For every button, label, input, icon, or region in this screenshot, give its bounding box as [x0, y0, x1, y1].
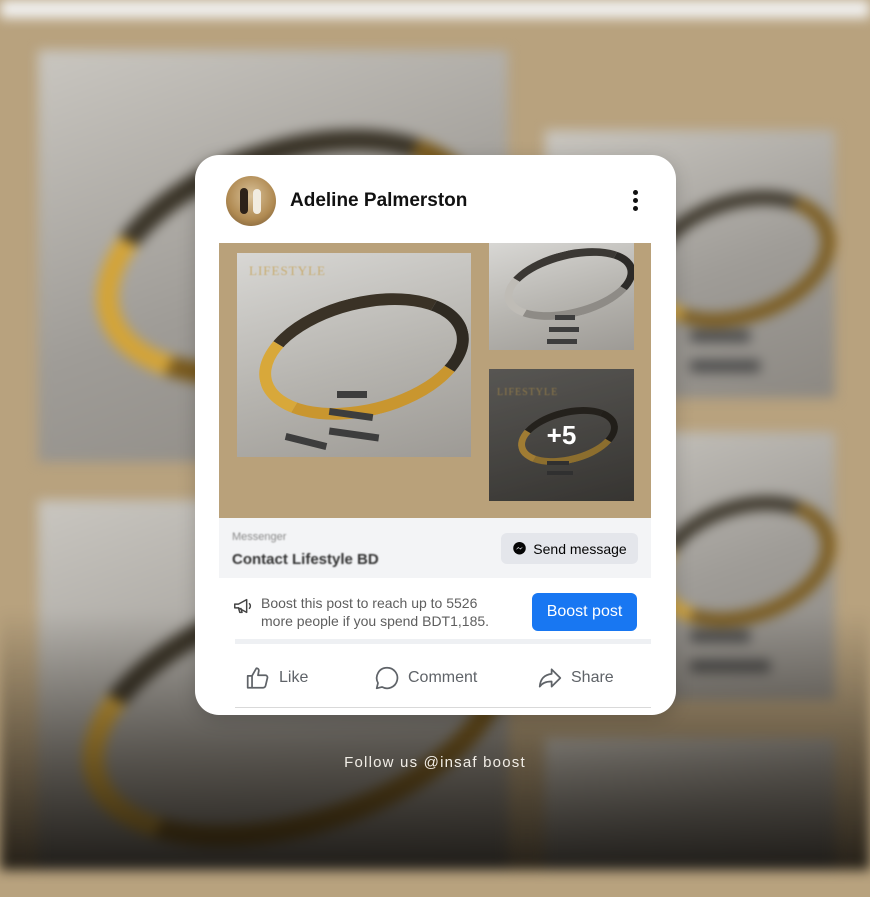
like-label: Like [279, 668, 309, 686]
footer-text: Follow us @insaf boost [344, 754, 526, 771]
avatar[interactable] [226, 176, 276, 226]
post-actions: Like Comment Share [219, 650, 651, 705]
divider [235, 707, 651, 708]
decor-bar [555, 315, 575, 320]
post-header: Adeline Palmerston [195, 155, 676, 243]
like-icon [246, 666, 269, 689]
avatar-figure [240, 188, 248, 214]
media-photo-more[interactable]: LIFESTYLE +5 [489, 369, 634, 501]
megaphone-icon [234, 598, 252, 614]
messenger-title: Contact Lifestyle BD [232, 551, 379, 568]
brand-logo-text: LIFESTYLE [249, 263, 326, 278]
share-button[interactable]: Share [537, 650, 614, 705]
background-bar [690, 330, 750, 342]
more-icon[interactable] [631, 190, 639, 214]
messenger-label: Messenger [232, 531, 287, 543]
send-message-button[interactable]: Send message [501, 533, 638, 564]
decor-bar [337, 391, 367, 398]
boost-post-button[interactable]: Boost post [532, 593, 637, 631]
share-icon [538, 667, 562, 688]
send-message-label: Send message [533, 540, 627, 557]
media-photo-main[interactable]: LIFESTYLE [237, 253, 471, 457]
post-card: Adeline Palmerston LIFESTYLE LIFESTYLE +… [195, 155, 676, 715]
post-media-grid[interactable]: LIFESTYLE LIFESTYLE +5 [219, 243, 651, 518]
comment-button[interactable]: Comment [374, 650, 477, 705]
like-button[interactable]: Like [245, 650, 308, 705]
avatar-figure [253, 189, 261, 214]
decor-bar [547, 339, 577, 344]
divider [235, 639, 651, 644]
boost-description: Boost this post to reach up to 5526 more… [261, 595, 490, 629]
media-photo-secondary[interactable] [489, 243, 634, 350]
comment-icon [375, 666, 399, 689]
decor-bar [284, 433, 328, 450]
boost-row: Boost this post to reach up to 5526 more… [219, 578, 651, 644]
author-name[interactable]: Adeline Palmerston [290, 190, 467, 212]
background-top-strip [0, 0, 870, 18]
share-label: Share [571, 668, 614, 686]
decor-bar [328, 427, 380, 442]
messenger-icon [513, 541, 527, 555]
messenger-cta-row: Messenger Contact Lifestyle BD Send mess… [219, 518, 651, 578]
background-bar [690, 360, 760, 372]
more-photos-count[interactable]: +5 [489, 369, 634, 501]
decor-bar [549, 327, 579, 332]
comment-label: Comment [408, 668, 478, 686]
